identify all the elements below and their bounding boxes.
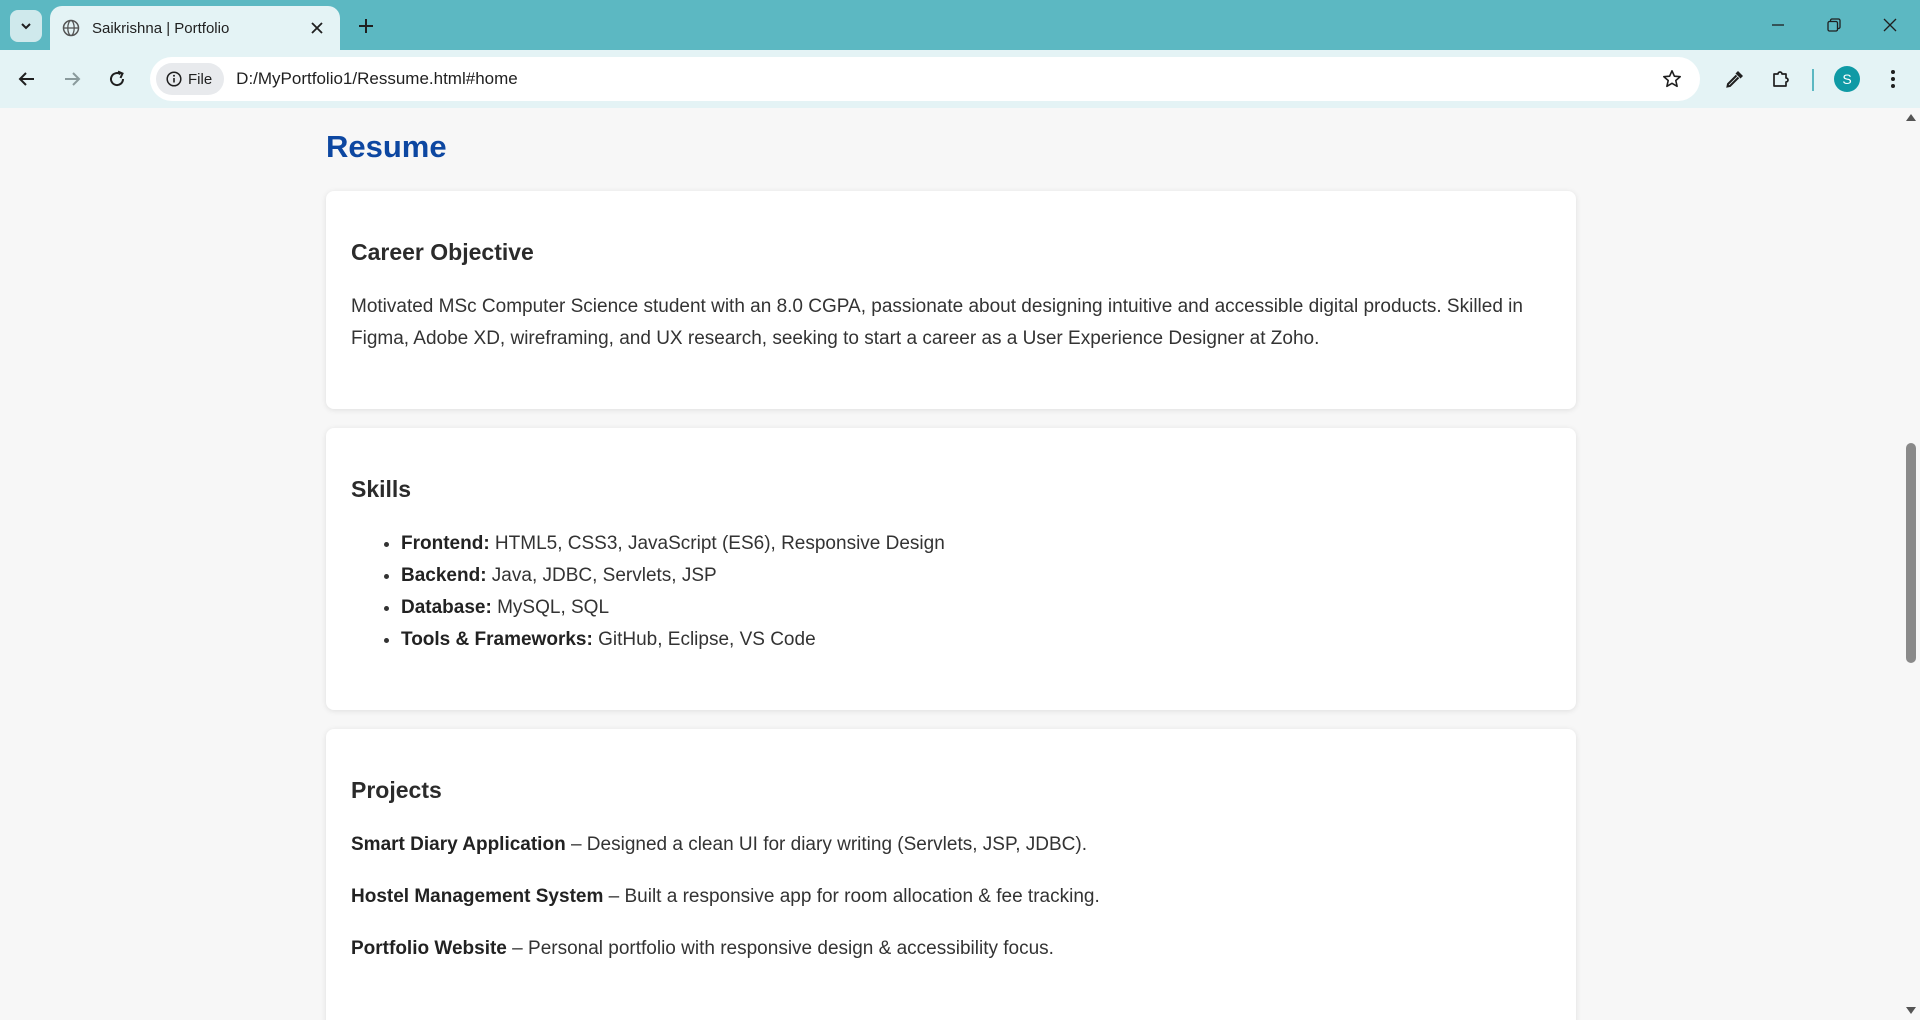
puzzle-icon — [1773, 71, 1789, 87]
back-button[interactable] — [10, 62, 44, 96]
browser-toolbar: File D:/MyPortfolio1/Ressume.html#home — [0, 50, 1920, 108]
arrow-right-icon — [65, 72, 81, 86]
info-icon — [166, 71, 182, 87]
skill-value: GitHub, Eclipse, VS Code — [592, 629, 816, 650]
project-name: Smart Diary Application — [351, 834, 566, 855]
tab-title: Saikrishna | Portfolio — [92, 19, 230, 37]
skill-item: Backend: Java, JDBC, Servlets, JSP — [401, 560, 1551, 592]
profile-avatar[interactable]: S — [1834, 66, 1860, 92]
project-description: – Built a responsive app for room alloca… — [603, 886, 1100, 907]
restore-button[interactable] — [1806, 0, 1862, 50]
skill-value: HTML5, CSS3, JavaScript (ES6), Responsiv… — [489, 533, 945, 554]
arrow-left-icon — [18, 72, 34, 86]
globe-icon — [62, 19, 80, 37]
page-title: Resume — [326, 129, 447, 164]
eyedropper-icon — [1726, 71, 1743, 88]
extensions-button[interactable] — [1764, 62, 1798, 96]
tab-search-button[interactable] — [10, 10, 42, 42]
skills-heading: Skills — [351, 476, 412, 502]
tab-close-button[interactable] — [306, 17, 328, 39]
minimize-button[interactable] — [1750, 0, 1806, 50]
menu-button[interactable] — [1876, 62, 1910, 96]
vertical-scrollbar[interactable] — [1902, 108, 1920, 1020]
close-icon — [311, 22, 323, 34]
site-info-chip[interactable]: File — [156, 63, 225, 95]
projects-heading: Projects — [351, 777, 442, 803]
restore-icon — [1827, 18, 1841, 32]
address-bar[interactable]: File D:/MyPortfolio1/Ressume.html#home — [150, 57, 1700, 101]
project-name: Hostel Management System — [351, 886, 604, 907]
close-icon — [1883, 18, 1897, 32]
projects-card: Projects Smart Diary Application – Desig… — [326, 729, 1576, 1020]
skill-value: Java, JDBC, Servlets, JSP — [486, 565, 717, 586]
forward-button[interactable] — [55, 62, 89, 96]
tab-strip: Saikrishna | Portfolio — [0, 0, 1920, 50]
project-description: – Designed a clean UI for diary writing … — [565, 834, 1087, 855]
skill-label: Database: — [401, 597, 492, 618]
skill-label: Frontend: — [401, 533, 490, 554]
skill-label: Backend: — [401, 565, 487, 586]
scroll-down-arrow-icon[interactable] — [1906, 1007, 1916, 1014]
star-icon — [1663, 70, 1681, 88]
file-chip-label: File — [188, 70, 213, 88]
skills-card: Skills Frontend: HTML5, CSS3, JavaScript… — [326, 428, 1576, 710]
new-tab-button[interactable] — [350, 10, 382, 42]
career-objective-heading: Career Objective — [351, 239, 534, 265]
plus-icon — [359, 19, 373, 33]
eyedropper-button[interactable] — [1718, 62, 1752, 96]
scroll-up-arrow-icon[interactable] — [1906, 114, 1916, 121]
project-item: Smart Diary Application – Designed a cle… — [351, 829, 1551, 861]
skills-list: Frontend: HTML5, CSS3, JavaScript (ES6),… — [351, 528, 1551, 656]
project-item: Portfolio Website – Personal portfolio w… — [351, 933, 1551, 965]
chevron-down-icon — [21, 23, 31, 30]
scrollbar-thumb[interactable] — [1906, 443, 1916, 663]
minimize-icon — [1772, 24, 1784, 26]
skill-label: Tools & Frameworks: — [401, 629, 593, 650]
kebab-menu-icon — [1891, 70, 1895, 88]
skill-item: Tools & Frameworks: GitHub, Eclipse, VS … — [401, 624, 1551, 656]
career-objective-text: Motivated MSc Computer Science student w… — [351, 296, 1523, 349]
url-text[interactable]: D:/MyPortfolio1/Ressume.html#home — [236, 69, 1652, 89]
close-window-button[interactable] — [1862, 0, 1918, 50]
skill-item: Database: MySQL, SQL — [401, 592, 1551, 624]
toolbar-separator — [1812, 69, 1814, 91]
reload-button[interactable] — [100, 62, 134, 96]
browser-tab[interactable]: Saikrishna | Portfolio — [50, 6, 340, 50]
reload-icon — [110, 70, 125, 87]
project-item: Hostel Management System – Built a respo… — [351, 881, 1551, 913]
skill-value: MySQL, SQL — [491, 597, 610, 618]
career-objective-card: Career Objective Motivated MSc Computer … — [326, 191, 1576, 409]
skill-item: Frontend: HTML5, CSS3, JavaScript (ES6),… — [401, 528, 1551, 560]
project-name: Portfolio Website — [351, 938, 507, 959]
project-description: – Personal portfolio with responsive des… — [506, 938, 1054, 959]
page-viewport: Resume Career Objective Motivated MSc Co… — [0, 108, 1902, 1020]
bookmark-button[interactable] — [1652, 59, 1692, 99]
